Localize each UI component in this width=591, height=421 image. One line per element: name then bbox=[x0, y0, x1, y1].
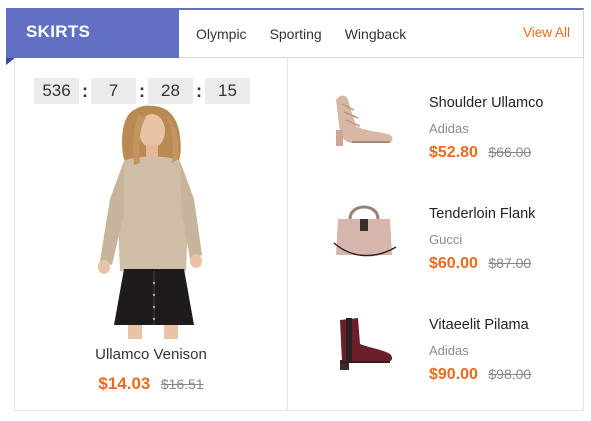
product-old-price: $87.00 bbox=[488, 255, 532, 271]
featured-product-name[interactable]: Ullamco Venison bbox=[15, 346, 287, 363]
tab-sporting[interactable]: Sporting bbox=[270, 26, 334, 42]
product-name[interactable]: Tenderloin Flank bbox=[429, 206, 535, 222]
featured-price: $14.03 bbox=[98, 374, 151, 393]
product-old-price: $66.00 bbox=[488, 144, 532, 160]
countdown-hours: 7 bbox=[91, 78, 136, 104]
ankle-boot-icon[interactable] bbox=[328, 308, 400, 372]
countdown-separator: : bbox=[82, 81, 88, 101]
category-header: SKIRTS Olympic Sporting Wingback View Al… bbox=[6, 8, 584, 65]
countdown-days: 536 bbox=[34, 78, 79, 104]
countdown-seconds: 15 bbox=[205, 78, 250, 104]
category-tabs: Olympic Sporting Wingback bbox=[196, 10, 429, 58]
featured-old-price: $16.51 bbox=[160, 376, 204, 392]
product-prices: $90.00 $98.00 bbox=[429, 366, 531, 384]
product-prices: $60.00 $87.00 bbox=[429, 255, 531, 273]
featured-product-image[interactable] bbox=[90, 103, 220, 339]
product-price: $90.00 bbox=[429, 366, 478, 383]
product-name[interactable]: Shoulder Ullamco bbox=[429, 95, 543, 111]
product-brand: Adidas bbox=[429, 343, 469, 358]
view-all-link[interactable]: View All bbox=[523, 10, 570, 56]
product-item[interactable]: Tenderloin Flank Gucci $60.00 $87.00 bbox=[288, 177, 584, 287]
product-item[interactable]: Vitaeelit Pilama Adidas $90.00 $98.00 bbox=[288, 288, 584, 398]
handbag-icon[interactable] bbox=[328, 197, 400, 261]
countdown-separator: : bbox=[196, 81, 202, 101]
product-prices: $52.80 $66.00 bbox=[429, 144, 531, 162]
heeled-sandal-icon[interactable] bbox=[328, 86, 400, 150]
tab-olympic[interactable]: Olympic bbox=[196, 26, 259, 42]
category-title: SKIRTS bbox=[6, 8, 179, 58]
product-panel: 536 : 7 : 28 : 15 Ullamco Venison $14.03… bbox=[14, 58, 584, 411]
deal-countdown: 536 : 7 : 28 : 15 bbox=[34, 78, 250, 104]
product-name[interactable]: Vitaeelit Pilama bbox=[429, 317, 529, 333]
featured-product-prices: $14.03 $16.51 bbox=[15, 374, 287, 394]
product-item[interactable]: Shoulder Ullamco Adidas $52.80 $66.00 bbox=[288, 66, 584, 176]
countdown-separator: : bbox=[139, 81, 145, 101]
product-price: $52.80 bbox=[429, 144, 478, 161]
countdown-minutes: 28 bbox=[148, 78, 193, 104]
tab-wingback[interactable]: Wingback bbox=[345, 26, 418, 42]
product-price: $60.00 bbox=[429, 255, 478, 272]
product-brand: Adidas bbox=[429, 121, 469, 136]
product-old-price: $98.00 bbox=[488, 366, 532, 382]
product-brand: Gucci bbox=[429, 232, 463, 247]
